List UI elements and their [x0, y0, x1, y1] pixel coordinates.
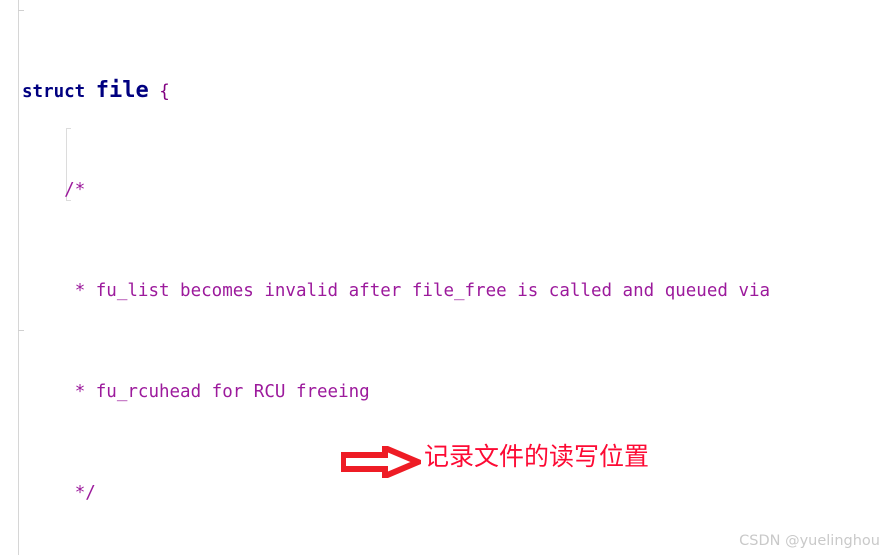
code-editor-pane[interactable]: struct file { /* * fu_list becomes inval…: [0, 0, 890, 555]
code-line-4: * fu_rcuhead for RCU freeing: [22, 380, 770, 405]
code-line-2: /*: [22, 178, 770, 203]
comment-close: */: [74, 482, 96, 503]
source-code-block[interactable]: struct file { /* * fu_list becomes inval…: [22, 2, 770, 555]
comment-body-line1: * fu_list becomes invalid after file_fre…: [74, 281, 771, 302]
code-line-1: struct file {: [22, 78, 770, 103]
comment-open: /*: [64, 180, 86, 201]
keyword-struct: struct: [22, 81, 86, 102]
brace-open: {: [159, 81, 170, 102]
indent-guide-root: [18, 0, 19, 555]
comment-body-line2: * fu_rcuhead for RCU freeing: [74, 382, 370, 402]
struct-tag-file: file: [95, 77, 149, 103]
code-line-5: */: [22, 481, 770, 506]
code-line-3: * fu_list becomes invalid after file_fre…: [22, 279, 770, 304]
